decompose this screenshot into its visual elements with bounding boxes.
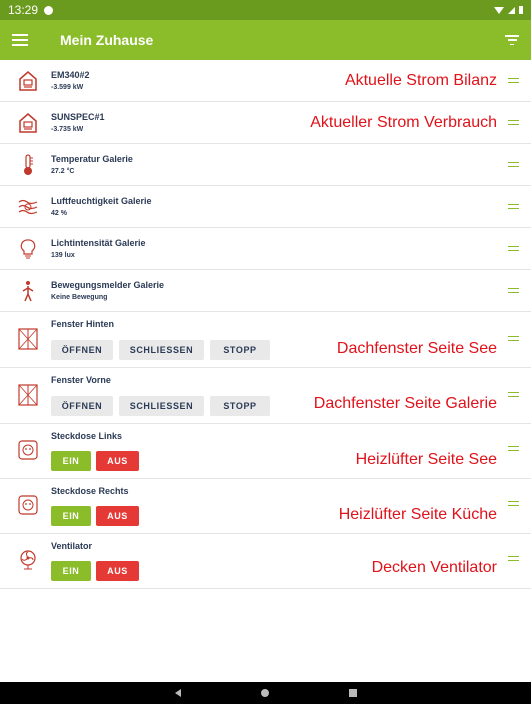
device-name: Bewegungsmelder Galerie xyxy=(51,280,165,290)
device-row-socket-right[interactable]: Steckdose Rechts EIN AUS Heizlüfter Seit… xyxy=(0,479,531,534)
device-row-temperature[interactable]: Temperatur Galerie 27.2 °C xyxy=(0,144,531,186)
off-button[interactable]: AUS xyxy=(96,506,139,526)
power-socket-icon xyxy=(18,440,38,460)
device-name: Steckdose Links xyxy=(51,431,123,441)
close-button[interactable]: SCHLIESSEN xyxy=(119,396,204,416)
device-value: -3.599 kW xyxy=(51,84,84,91)
device-row-window-front[interactable]: Fenster Vorne ÖFFNEN SCHLIESSEN STOPP Da… xyxy=(0,368,531,424)
notification-icon xyxy=(44,5,54,15)
open-button[interactable]: ÖFFNEN xyxy=(51,340,113,360)
meter-icon xyxy=(19,113,37,133)
app-bar: Mein Zuhause xyxy=(0,20,531,60)
device-row-fan[interactable]: Ventilator EIN AUS Decken Ventilator xyxy=(0,534,531,589)
window-icon xyxy=(18,384,38,406)
device-name: Temperatur Galerie xyxy=(51,154,133,164)
open-button[interactable]: ÖFFNEN xyxy=(51,396,113,416)
device-row-sunspec[interactable]: SUNSPEC#1 -3.735 kW Aktueller Strom Verb… xyxy=(0,102,531,144)
device-list: EM340#2 -3.599 kW Aktuelle Strom Bilanz … xyxy=(0,60,531,589)
device-row-motion[interactable]: Bewegungsmelder Galerie Keine Bewegung xyxy=(0,270,531,312)
drag-handle-icon[interactable] xyxy=(508,288,519,293)
status-time: 13:29 xyxy=(8,3,39,17)
device-name: EM340#2 xyxy=(51,70,90,80)
device-row-socket-left[interactable]: Steckdose Links EIN AUS Heizlüfter Seite… xyxy=(0,424,531,479)
meter-icon xyxy=(19,71,37,91)
off-button[interactable]: AUS xyxy=(96,561,139,581)
on-button[interactable]: EIN xyxy=(51,451,91,471)
stop-button[interactable]: STOPP xyxy=(210,396,270,416)
stop-button[interactable]: STOPP xyxy=(210,340,270,360)
drag-handle-icon[interactable] xyxy=(508,392,519,397)
device-name: Steckdose Rechts xyxy=(51,486,129,496)
close-button[interactable]: SCHLIESSEN xyxy=(119,340,204,360)
home-icon[interactable] xyxy=(260,689,269,697)
off-button[interactable]: AUS xyxy=(96,451,139,471)
drag-handle-icon[interactable] xyxy=(508,246,519,251)
annotation-label: Heizlüfter Seite Küche xyxy=(338,506,497,523)
annotation-label: Aktuelle Strom Bilanz xyxy=(344,72,497,89)
device-name: SUNSPEC#1 xyxy=(51,112,105,122)
annotation-label: Dachfenster Seite Galerie xyxy=(313,395,497,412)
filter-icon[interactable] xyxy=(505,35,519,45)
drag-handle-icon[interactable] xyxy=(508,78,519,83)
signal-icon xyxy=(508,6,515,14)
back-icon[interactable] xyxy=(174,689,181,697)
menu-icon[interactable] xyxy=(12,34,28,46)
device-name: Ventilator xyxy=(51,541,93,551)
annotation-label: Heizlüfter Seite See xyxy=(355,451,497,468)
fan-icon xyxy=(20,550,36,570)
drag-handle-icon[interactable] xyxy=(508,336,519,341)
on-button[interactable]: EIN xyxy=(51,561,91,581)
recent-apps-icon[interactable] xyxy=(348,689,357,697)
wifi-icon xyxy=(494,6,504,14)
device-row-em340[interactable]: EM340#2 -3.599 kW Aktuelle Strom Bilanz xyxy=(0,60,531,102)
device-value: Keine Bewegung xyxy=(51,294,108,301)
power-socket-icon xyxy=(18,495,38,515)
device-row-humidity[interactable]: Luftfeuchtigkeit Galerie 42 % xyxy=(0,186,531,228)
window-icon xyxy=(18,328,38,350)
on-button[interactable]: EIN xyxy=(51,506,91,526)
device-value: 27.2 °C xyxy=(51,168,75,175)
annotation-label: Dachfenster Seite See xyxy=(336,340,497,357)
lightbulb-icon xyxy=(20,239,36,259)
annotation-label: Aktueller Strom Verbrauch xyxy=(310,114,497,131)
device-name: Fenster Hinten xyxy=(51,319,115,329)
drag-handle-icon[interactable] xyxy=(508,162,519,167)
device-value: 139 lux xyxy=(51,252,75,259)
drag-handle-icon[interactable] xyxy=(508,120,519,125)
device-name: Luftfeuchtigkeit Galerie xyxy=(51,196,152,206)
drag-handle-icon[interactable] xyxy=(508,446,519,451)
drag-handle-icon[interactable] xyxy=(508,556,519,561)
device-name: Lichtintensität Galerie xyxy=(51,238,146,248)
drag-handle-icon[interactable] xyxy=(508,501,519,506)
annotation-label: Decken Ventilator xyxy=(371,559,497,576)
status-bar: 13:29 xyxy=(0,0,531,20)
drag-handle-icon[interactable] xyxy=(508,204,519,209)
battery-icon xyxy=(519,6,523,14)
device-value: -3.735 kW xyxy=(51,126,84,133)
system-nav-bar xyxy=(0,682,531,704)
device-row-window-back[interactable]: Fenster Hinten ÖFFNEN SCHLIESSEN STOPP D… xyxy=(0,312,531,368)
page-title: Mein Zuhause xyxy=(60,32,154,48)
motion-sensor-icon xyxy=(22,281,34,302)
thermometer-icon xyxy=(24,154,33,175)
device-row-light[interactable]: Lichtintensität Galerie 139 lux xyxy=(0,228,531,270)
device-name: Fenster Vorne xyxy=(51,375,111,385)
device-value: 42 % xyxy=(51,210,67,217)
humidity-icon xyxy=(18,199,38,215)
